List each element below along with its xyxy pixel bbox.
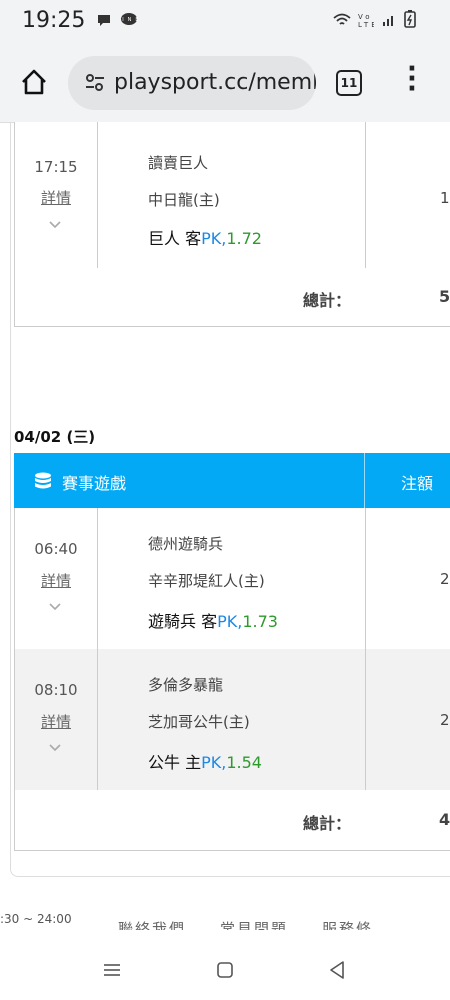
column-divider [365, 122, 366, 268]
chevron-down-icon[interactable] [48, 740, 62, 754]
time-column: 17:15 詳情 [15, 122, 98, 268]
odds-value: 1.72 [226, 229, 262, 248]
nav-home-icon[interactable] [211, 956, 239, 984]
svg-text:Vo: Vo [358, 13, 373, 21]
service-hours: :30 ~ 24:00 [0, 912, 72, 926]
away-team: 德州遊騎兵 [148, 535, 224, 553]
back-icon[interactable] [323, 956, 351, 984]
status-bar: 19:25 LINE VoLTE [0, 0, 450, 44]
pick-line: 公牛 主PK,1.54 [148, 749, 262, 773]
header-bet: 注額 [401, 474, 434, 493]
system-nav-bar [0, 940, 450, 1000]
pick-side: 客 [185, 229, 202, 248]
pick-line: 遊騎兵 客PK,1.73 [148, 608, 278, 632]
tab-switcher-button[interactable]: 11 [336, 70, 362, 96]
header-title: 賽事遊戲 [62, 474, 127, 493]
chevron-down-icon[interactable] [48, 217, 62, 231]
game-table-header: 賽事遊戲 注額 [14, 453, 450, 508]
database-icon [35, 472, 51, 489]
battery-icon [404, 10, 416, 28]
pk-label: PK, [201, 753, 227, 772]
home-team: 芝加哥公牛(主) [148, 713, 250, 731]
home-team: 中日龍(主) [148, 191, 220, 209]
notification-icons: LINE [96, 13, 139, 31]
day2-table: 06:40 詳情 德州遊騎兵 辛辛那堤紅人(主) 遊騎兵 客PK,1.73 2(… [14, 508, 450, 851]
date-header: 04/02 (三) [14, 428, 96, 446]
line-app-icon: LINE [116, 13, 139, 25]
volte-icon: VoLTE [358, 13, 376, 29]
svg-text:LINE: LINE [120, 17, 138, 23]
browser-toolbar: playsport.cc/meml 11 · · · [0, 44, 450, 123]
pick-team: 公牛 [148, 753, 181, 772]
game-time: 08:10 [34, 681, 78, 699]
detail-link[interactable]: 詳情 [15, 711, 97, 732]
more-vert-icon[interactable]: · · · [404, 56, 420, 102]
away-team: 讀賣巨人 [148, 154, 209, 172]
game-time: 06:40 [34, 540, 78, 558]
bet-amount: 2( [440, 570, 450, 588]
odds-value: 1.54 [226, 753, 262, 772]
url-text[interactable]: playsport.cc/meml [114, 70, 316, 95]
chevron-down-icon[interactable] [48, 599, 62, 613]
pk-label: PK, [201, 229, 227, 248]
pick-side: 主 [185, 753, 202, 772]
table-row: 17:15 詳情 讀賣巨人 中日龍(主) 巨人 客PK,1.72 1( [15, 122, 450, 269]
total-row: 總計： 5( [15, 268, 450, 327]
table-row: 06:40 詳情 德州遊騎兵 辛辛那堤紅人(主) 遊騎兵 客PK,1.73 2( [15, 508, 450, 650]
away-team: 多倫多暴龍 [148, 676, 224, 694]
chat-icon [98, 15, 110, 26]
game-time: 17:15 [34, 158, 78, 176]
detail-link[interactable]: 詳情 [15, 187, 97, 208]
wifi-icon [333, 13, 351, 25]
header-divider [364, 453, 365, 508]
bet-amount: 2( [440, 711, 450, 729]
signal-icon [383, 16, 394, 26]
home-team: 辛辛那堤紅人(主) [148, 572, 265, 590]
total-label: 總計： [303, 291, 352, 310]
pick-line: 巨人 客PK,1.72 [148, 225, 262, 249]
pk-label: PK, [217, 612, 243, 631]
detail-link[interactable]: 詳情 [15, 570, 97, 591]
bet-amount: 1( [440, 189, 450, 207]
day1-table: 17:15 詳情 讀賣巨人 中日龍(主) 巨人 客PK,1.72 1( 總計： … [14, 122, 450, 327]
home-icon[interactable] [20, 68, 48, 96]
status-time: 19:25 [22, 8, 86, 33]
pick-team: 遊騎兵 [148, 612, 197, 631]
address-bar[interactable]: playsport.cc/meml [68, 56, 316, 110]
system-icons: VoLTE [333, 10, 416, 32]
column-divider [365, 649, 366, 790]
table-row: 08:10 詳情 多倫多暴龍 芝加哥公牛(主) 公牛 主PK,1.54 2( [15, 649, 450, 791]
footer-links[interactable]: 聯絡我們 常見問題 服務條 [118, 918, 373, 930]
odds-value: 1.73 [242, 612, 278, 631]
total-value: 4( [439, 810, 450, 829]
svg-text:LTE: LTE [358, 21, 374, 28]
site-settings-icon[interactable] [84, 71, 106, 93]
pick-team: 巨人 [148, 229, 181, 248]
total-row: 總計： 4( [15, 790, 450, 851]
time-column: 06:40 詳情 [15, 508, 98, 649]
pick-side: 客 [201, 612, 218, 631]
recents-icon[interactable] [98, 956, 126, 984]
time-column: 08:10 詳情 [15, 649, 98, 790]
total-label: 總計： [303, 814, 352, 833]
column-divider [365, 508, 366, 649]
total-value: 5( [439, 287, 450, 306]
